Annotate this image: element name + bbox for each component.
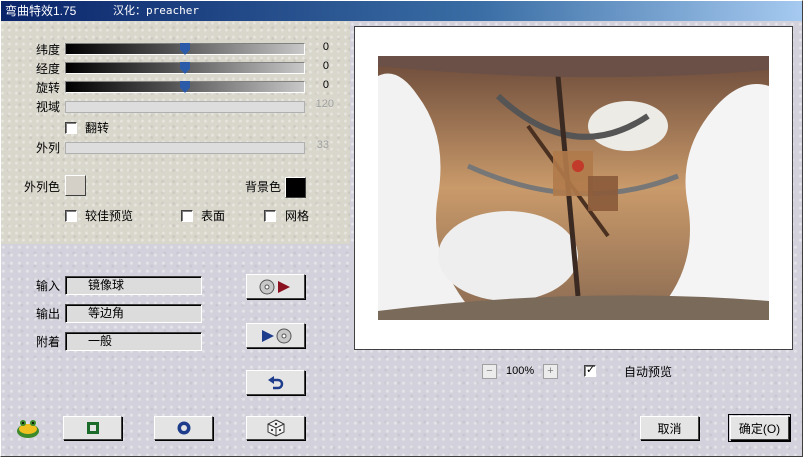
surface-checkbox[interactable] [181, 210, 193, 222]
surface-label: 表面 [201, 209, 226, 223]
input-label: 输入 [36, 279, 61, 293]
circle-icon [177, 421, 190, 435]
rotation-slider-thumb[interactable] [180, 81, 190, 93]
dice-icon [267, 419, 284, 437]
field-of-view-value: 120 [315, 98, 334, 110]
rotation-label: 旋转 [36, 81, 61, 95]
dialog-window: 弯曲特效1.75 汉化：preacher 纬度 0 经度 0 旋转 0 视域 1… [0, 0, 803, 457]
latitude-slider[interactable] [65, 43, 305, 55]
window-title: 弯曲特效1.75 [5, 4, 77, 18]
random-button[interactable] [246, 416, 305, 440]
play-to-sphere-icon [261, 328, 291, 343]
grid-label: 网格 [285, 209, 310, 223]
attach-label: 附着 [36, 335, 61, 349]
frog-logo-icon [15, 417, 41, 439]
undo-arrow-icon [267, 375, 283, 389]
zoom-in-button[interactable]: + [543, 364, 558, 379]
auto-preview-checkbox[interactable] [584, 363, 596, 377]
output-label: 输出 [36, 307, 61, 321]
sphere-to-play-button[interactable] [246, 274, 305, 299]
latitude-value: 0 [322, 41, 329, 53]
better-preview-label: 较佳预览 [85, 209, 134, 223]
sphere-to-play-icon [259, 279, 290, 294]
preview-frame [354, 26, 793, 350]
title-bar: 弯曲特效1.75 汉化：preacher [1, 1, 802, 21]
zoom-out-button[interactable]: − [482, 364, 497, 379]
undo-button[interactable] [246, 370, 305, 395]
outer-columns-slider[interactable] [65, 142, 305, 154]
translator-credit: 汉化：preacher [113, 4, 199, 17]
longitude-label: 经度 [36, 62, 61, 76]
input-field[interactable]: 镜像球 [65, 276, 202, 295]
square-icon [86, 422, 99, 434]
rotation-slider[interactable] [65, 81, 305, 93]
ok-button[interactable]: 确定(O) [728, 414, 791, 442]
cancel-button[interactable]: 取消 [640, 416, 699, 440]
zoom-level: 100% [506, 365, 535, 377]
play-to-sphere-button[interactable] [246, 323, 305, 348]
outer-columns-label: 外列 [36, 141, 61, 155]
longitude-slider[interactable] [65, 62, 305, 74]
outer-color-swatch[interactable] [65, 175, 86, 196]
latitude-slider-thumb[interactable] [180, 43, 190, 55]
rotation-value: 0 [322, 79, 329, 91]
square-mode-button[interactable] [63, 416, 122, 440]
auto-preview-label: 自动预览 [624, 365, 673, 379]
outer-columns-value: 33 [316, 139, 329, 151]
field-of-view-slider[interactable] [65, 101, 305, 113]
circle-mode-button[interactable] [154, 416, 213, 440]
longitude-slider-thumb[interactable] [180, 62, 190, 74]
background-color-swatch[interactable] [285, 177, 306, 198]
output-field[interactable]: 等边角 [65, 304, 202, 323]
flip-checkbox[interactable] [65, 122, 77, 134]
grid-checkbox[interactable] [264, 210, 276, 222]
field-of-view-label: 视域 [36, 100, 61, 114]
longitude-value: 0 [322, 60, 329, 72]
flip-label: 翻转 [85, 121, 110, 135]
better-preview-checkbox[interactable] [65, 210, 77, 222]
outer-color-label: 外列色 [24, 180, 61, 194]
background-color-label: 背景色 [245, 180, 282, 194]
attach-field[interactable]: 一般 [65, 332, 202, 351]
preview-image [378, 56, 769, 320]
latitude-label: 纬度 [36, 43, 61, 57]
